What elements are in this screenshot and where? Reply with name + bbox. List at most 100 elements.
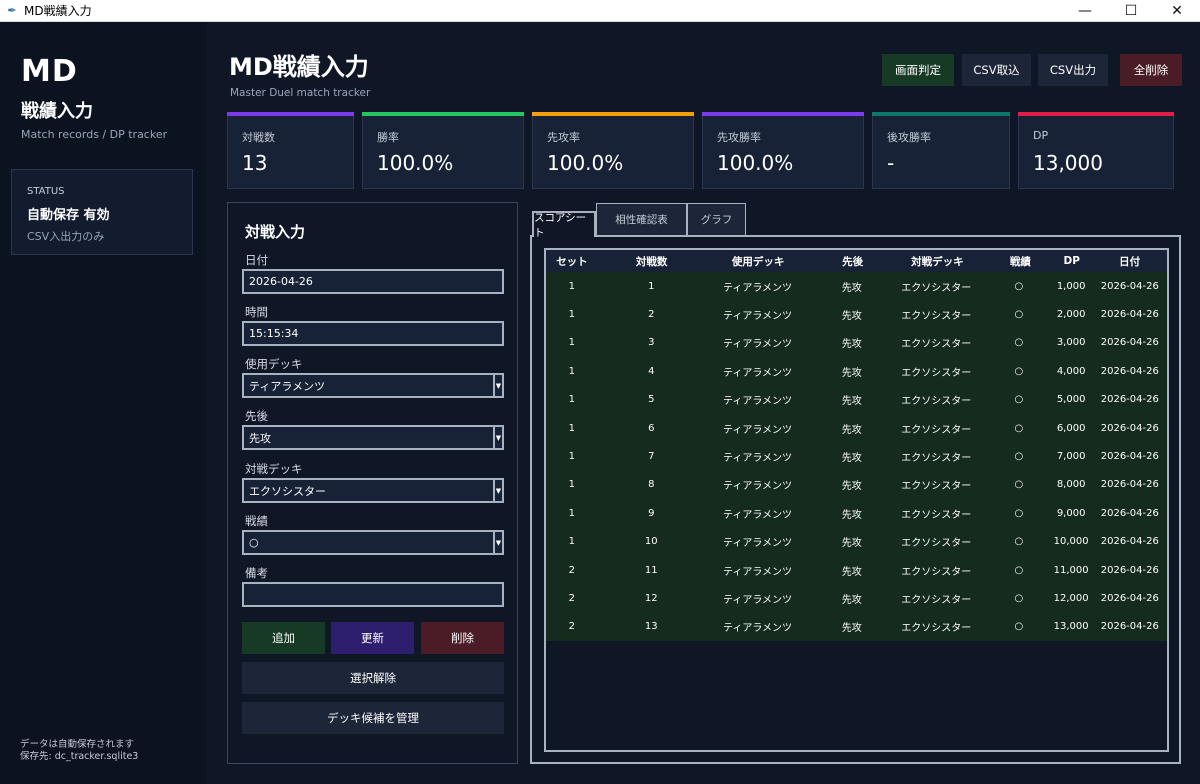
result-select[interactable]: ○ ▼	[242, 530, 504, 555]
cell-opponent-deck: エクソシスター	[901, 538, 972, 550]
cell-dp: 8,000	[1056, 479, 1086, 491]
column-header-opponent-deck[interactable]: 対戦デッキ	[894, 250, 980, 272]
stat-card-matches: 対戦数 13	[227, 112, 354, 189]
clear-selection-button[interactable]: 選択解除	[242, 662, 504, 694]
tab-scoresheet[interactable]: スコアシート	[532, 211, 596, 239]
cell-set: 2	[568, 621, 576, 633]
window-title: MD戦績入力	[24, 4, 92, 18]
chevron-down-icon[interactable]: ▼	[493, 425, 504, 450]
table-row[interactable]: 2 13 ティアラメンツ 先攻 エクソシスター ○ 13,000 2026-04-26	[546, 612, 1167, 642]
status-value: 自動保存 有効	[27, 208, 110, 223]
column-header-turn[interactable]: 先後	[811, 250, 894, 272]
cell-opponent-deck: エクソシスター	[901, 594, 972, 606]
deck-select[interactable]: ティアラメンツ ▼	[242, 373, 504, 398]
cell-result: ○	[1014, 365, 1024, 377]
table-row[interactable]: 1 1 ティアラメンツ 先攻 エクソシスター ○ 1,000 2026-04-26	[546, 272, 1167, 301]
cell-dp: 4,000	[1056, 365, 1086, 377]
screen-judge-button[interactable]: 画面判定	[882, 54, 954, 86]
manage-decks-button[interactable]: デッキ候補を管理	[242, 702, 504, 734]
deck-label: 使用デッキ	[245, 357, 303, 371]
page-subtitle: Master Duel match tracker	[230, 87, 371, 99]
stat-label: 先攻率	[547, 131, 580, 144]
cell-set: 1	[568, 536, 576, 548]
stat-card-first-winrate: 先攻勝率 100.0%	[702, 112, 864, 189]
chevron-down-icon[interactable]: ▼	[493, 478, 504, 503]
update-button[interactable]: 更新	[331, 622, 414, 654]
cell-opponent-deck: エクソシスター	[901, 623, 972, 635]
column-header-set[interactable]: セット	[546, 250, 598, 272]
cell-turn: 先攻	[841, 623, 862, 635]
cell-date: 2026-04-26	[1100, 365, 1159, 377]
cell-match-count: 3	[648, 337, 655, 349]
cell-turn: 先攻	[841, 509, 862, 521]
table-row[interactable]: 1 5 ティアラメンツ 先攻 エクソシスター ○ 5,000 2026-04-26	[546, 385, 1167, 414]
status-card: STATUS 自動保存 有効 CSV入出力のみ	[11, 169, 193, 255]
cell-result: ○	[1014, 422, 1024, 434]
maximize-button[interactable]: ☐	[1108, 0, 1154, 22]
table-row[interactable]: 2 12 ティアラメンツ 先攻 エクソシスター ○ 12,000 2026-04-26	[546, 584, 1167, 613]
cell-match-count: 4	[648, 365, 655, 377]
cell-turn: 先攻	[841, 424, 862, 436]
tab-matchup[interactable]: 相性確認表	[596, 203, 687, 235]
cell-match-count: 11	[644, 564, 658, 576]
cell-deck: ティアラメンツ	[722, 538, 793, 550]
csv-export-button[interactable]: CSV出力	[1038, 54, 1108, 86]
turn-select[interactable]: 先攻 ▼	[242, 425, 504, 450]
cell-match-count: 2	[648, 309, 655, 321]
table-row[interactable]: 2 11 ティアラメンツ 先攻 エクソシスター ○ 11,000 2026-04-26	[546, 555, 1167, 585]
cell-set: 1	[568, 365, 576, 377]
chevron-down-icon[interactable]: ▼	[493, 530, 504, 555]
note-field[interactable]	[242, 582, 504, 607]
cell-opponent-deck: エクソシスター	[901, 396, 972, 408]
table-row[interactable]: 1 4 ティアラメンツ 先攻 エクソシスター ○ 4,000 2026-04-26	[546, 357, 1167, 386]
cell-result: ○	[1014, 479, 1024, 491]
table-row[interactable]: 1 3 ティアラメンツ 先攻 エクソシスター ○ 3,000 2026-04-26	[546, 328, 1167, 358]
table-row[interactable]: 1 9 ティアラメンツ 先攻 エクソシスター ○ 9,000 2026-04-26	[546, 499, 1167, 528]
column-header-deck[interactable]: 使用デッキ	[705, 250, 811, 272]
csv-import-button[interactable]: CSV取込	[962, 54, 1031, 86]
match-input-panel: 対戦入力 日付 2026-04-26 時間 15:15:34 使用デッキ ティア…	[227, 202, 518, 764]
cell-turn: 先攻	[841, 538, 862, 550]
cell-set: 1	[568, 337, 576, 349]
date-label: 日付	[245, 253, 268, 267]
date-field[interactable]: 2026-04-26	[242, 269, 504, 294]
cell-deck: ティアラメンツ	[722, 481, 793, 493]
cell-date: 2026-04-26	[1100, 309, 1159, 321]
opponent-deck-select[interactable]: エクソシスター ▼	[242, 478, 504, 503]
close-button[interactable]: ✕	[1154, 0, 1200, 22]
cell-dp: 10,000	[1053, 536, 1089, 548]
table-row[interactable]: 1 7 ティアラメンツ 先攻 エクソシスター ○ 7,000 2026-04-26	[546, 442, 1167, 471]
sidebar-logo: MD	[21, 54, 78, 89]
time-field[interactable]: 15:15:34	[242, 321, 504, 346]
note-label: 備考	[245, 566, 268, 580]
tab-graph[interactable]: グラフ	[687, 203, 746, 235]
column-header-dp[interactable]: DP	[1060, 250, 1083, 272]
chevron-down-icon[interactable]: ▼	[493, 373, 504, 398]
table-row[interactable]: 1 2 ティアラメンツ 先攻 エクソシスター ○ 2,000 2026-04-26	[546, 300, 1167, 329]
cell-turn: 先攻	[841, 453, 862, 465]
cell-opponent-deck: エクソシスター	[901, 481, 972, 493]
cell-date: 2026-04-26	[1100, 592, 1159, 604]
delete-all-button[interactable]: 全削除	[1120, 54, 1182, 86]
stat-accent-bar	[362, 112, 524, 116]
column-header-match-count[interactable]: 対戦数	[598, 250, 705, 272]
stat-card-first-rate: 先攻率 100.0%	[532, 112, 694, 189]
cell-turn: 先攻	[841, 311, 862, 323]
cell-result: ○	[1014, 536, 1024, 548]
minimize-button[interactable]: —	[1062, 0, 1108, 22]
result-select-value: ○	[249, 536, 259, 549]
cell-deck: ティアラメンツ	[722, 282, 793, 294]
opponent-deck-label: 対戦デッキ	[245, 462, 303, 476]
add-button[interactable]: 追加	[242, 622, 325, 654]
table-row[interactable]: 1 8 ティアラメンツ 先攻 エクソシスター ○ 8,000 2026-04-26	[546, 470, 1167, 500]
column-header-date[interactable]: 日付	[1083, 250, 1167, 272]
stat-card-winrate: 勝率 100.0%	[362, 112, 524, 189]
delete-button[interactable]: 削除	[421, 622, 504, 654]
column-header-result[interactable]: 戦績	[981, 250, 1061, 272]
cell-opponent-deck: エクソシスター	[901, 424, 972, 436]
cell-turn: 先攻	[841, 282, 862, 294]
table-row[interactable]: 1 6 ティアラメンツ 先攻 エクソシスター ○ 6,000 2026-04-26	[546, 413, 1167, 443]
stat-card-dp: DP 13,000	[1018, 112, 1174, 189]
table-row[interactable]: 1 10 ティアラメンツ 先攻 エクソシスター ○ 10,000 2026-04-26	[546, 527, 1167, 556]
stat-label: 後攻勝率	[887, 131, 931, 144]
